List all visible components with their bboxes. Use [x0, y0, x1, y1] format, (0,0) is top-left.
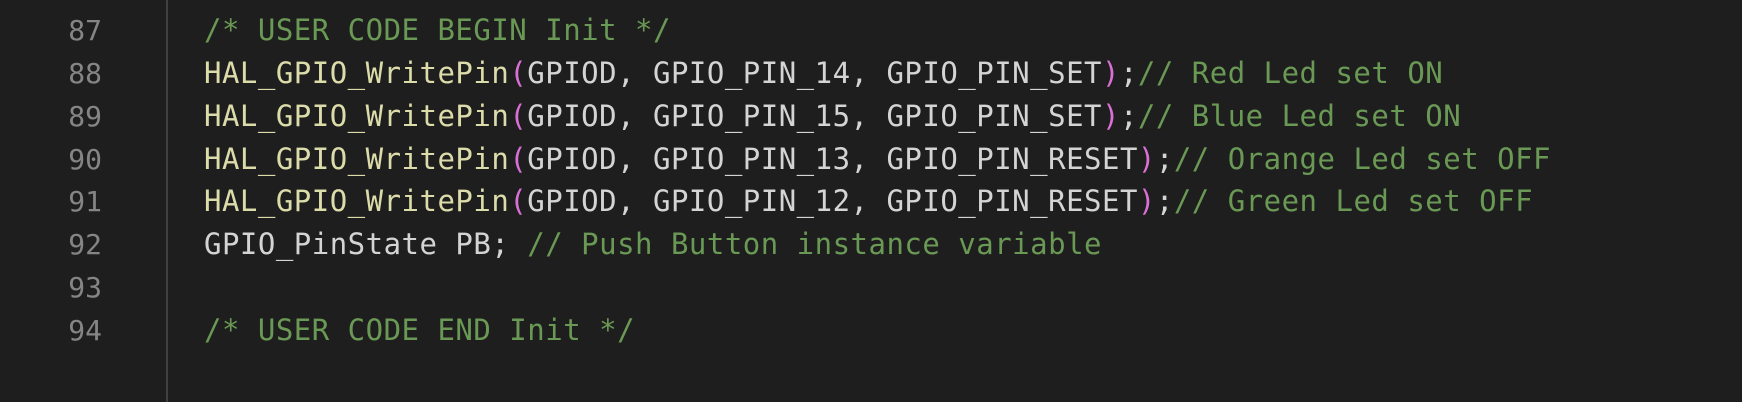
function-name: HAL_GPIO_WritePin [204, 98, 510, 133]
semicolon: ; [1119, 56, 1138, 91]
code-comment: // Blue Led set ON [1137, 98, 1462, 133]
code-editor[interactable]: 87 /* USER CODE BEGIN Init */ 88 HAL_GPI… [0, 0, 1742, 402]
code-line[interactable]: 88 HAL_GPIO_WritePin(GPIOD, GPIO_PIN_14,… [0, 50, 1742, 98]
code-text[interactable]: GPIO_PinState PB; // Push Button instanc… [204, 221, 1102, 268]
code-text[interactable]: /* USER CODE BEGIN Init */ [204, 7, 671, 54]
code-line[interactable]: 90 HAL_GPIO_WritePin(GPIOD, GPIO_PIN_13,… [0, 136, 1742, 184]
line-number: 90 [68, 142, 102, 176]
open-paren: ( [509, 184, 528, 219]
line-number: 88 [68, 57, 102, 91]
code-text[interactable]: HAL_GPIO_WritePin(GPIOD, GPIO_PIN_12, GP… [204, 178, 1533, 225]
semicolon: ; [1155, 184, 1174, 219]
open-paren: ( [509, 141, 528, 176]
close-paren: ) [1137, 141, 1156, 176]
code-line[interactable]: 91 HAL_GPIO_WritePin(GPIOD, GPIO_PIN_12,… [0, 178, 1742, 226]
code-comment: // Red Led set ON [1137, 56, 1444, 91]
code-text[interactable]: HAL_GPIO_WritePin(GPIOD, GPIO_PIN_13, GP… [204, 136, 1551, 183]
line-number: 94 [68, 313, 102, 347]
code-comment: // Orange Led set OFF [1173, 141, 1551, 176]
code-line[interactable]: 92 GPIO_PinState PB; // Push Button inst… [0, 221, 1742, 269]
open-paren: ( [509, 98, 528, 133]
declaration: GPIO_PinState PB; [204, 227, 528, 262]
code-line[interactable]: 93 [0, 264, 1742, 312]
code-line[interactable]: 89 HAL_GPIO_WritePin(GPIOD, GPIO_PIN_15,… [0, 93, 1742, 141]
code-text[interactable]: HAL_GPIO_WritePin(GPIOD, GPIO_PIN_14, GP… [204, 50, 1443, 97]
function-args: GPIOD, GPIO_PIN_15, GPIO_PIN_SET [527, 98, 1102, 133]
code-text[interactable]: HAL_GPIO_WritePin(GPIOD, GPIO_PIN_15, GP… [204, 93, 1461, 140]
close-paren: ) [1101, 98, 1120, 133]
code-line[interactable]: 94 /* USER CODE END Init */ [0, 307, 1742, 355]
function-args: GPIOD, GPIO_PIN_13, GPIO_PIN_RESET [527, 141, 1138, 176]
line-number: 87 [68, 14, 102, 48]
code-comment: /* USER CODE END Init */ [204, 312, 636, 347]
semicolon: ; [1119, 98, 1138, 133]
function-name: HAL_GPIO_WritePin [204, 56, 510, 91]
line-number: 93 [68, 270, 102, 304]
open-paren: ( [509, 56, 528, 91]
function-args: GPIOD, GPIO_PIN_12, GPIO_PIN_RESET [527, 184, 1138, 219]
code-comment: // Green Led set OFF [1173, 184, 1534, 219]
code-text[interactable]: /* USER CODE END Init */ [204, 307, 635, 354]
code-comment: /* USER CODE BEGIN Init */ [204, 13, 671, 48]
line-number: 92 [68, 228, 102, 262]
code-comment: // Push Button instance variable [527, 227, 1102, 262]
function-name: HAL_GPIO_WritePin [204, 184, 510, 219]
close-paren: ) [1137, 184, 1156, 219]
line-number: 89 [68, 99, 102, 133]
code-line[interactable]: 87 /* USER CODE BEGIN Init */ [0, 7, 1742, 55]
function-name: HAL_GPIO_WritePin [204, 141, 510, 176]
close-paren: ) [1101, 56, 1120, 91]
semicolon: ; [1155, 141, 1174, 176]
line-number: 91 [68, 185, 102, 219]
function-args: GPIOD, GPIO_PIN_14, GPIO_PIN_SET [527, 56, 1102, 91]
